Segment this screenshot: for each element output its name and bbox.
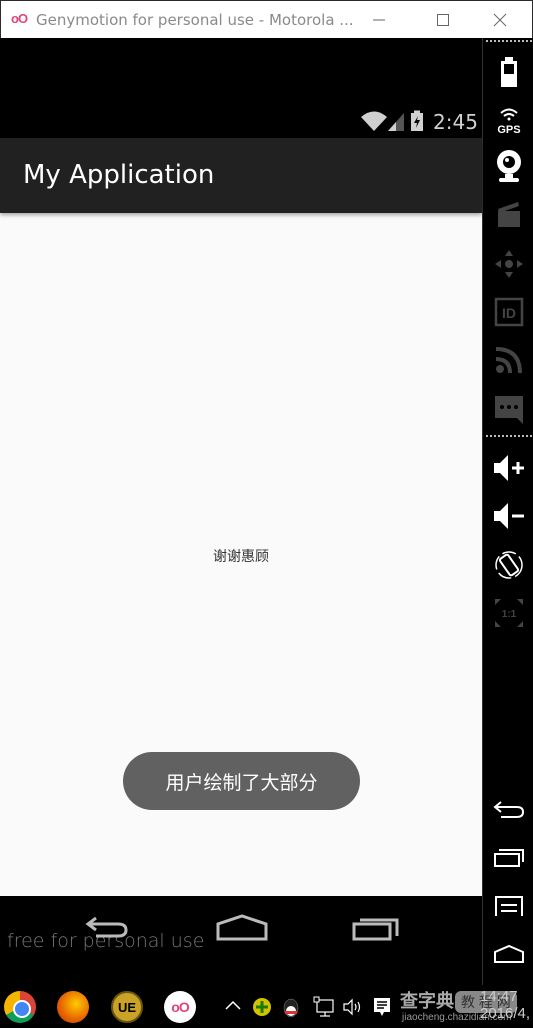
side-back-button[interactable] [487,790,531,830]
toolbar-divider [486,40,532,42]
navigation-bar: free for personal use [0,896,482,985]
rotate-screen-button[interactable] [487,545,531,585]
svg-text:ID: ID [502,305,516,321]
gps-icon: GPS [497,108,521,136]
status-bar: 2:45 [0,102,482,138]
webcam-icon [497,150,521,182]
device-id-widget-button[interactable]: ID [487,292,531,332]
clapperboard-icon [498,202,520,227]
gps-widget-button[interactable]: GPS [487,100,531,140]
wifi-icon [361,111,387,131]
taskbar-clock[interactable]: 14:47 2016/4, [480,988,530,1022]
battery-icon [501,57,517,87]
genymotion-taskbar-icon[interactable]: oO [164,991,196,1023]
center-text: 谢谢惠顾 [213,548,269,564]
side-menu-button[interactable] [487,886,531,926]
window-title: Genymotion for personal use - Motorola .… [36,11,354,29]
maximize-icon [437,14,449,26]
clock-time: 14:47 [480,988,518,1005]
back-icon [493,801,525,818]
show-hidden-icons-chevron-icon[interactable] [224,999,242,1011]
chrome-taskbar-icon[interactable] [4,991,36,1023]
home-icon [494,944,524,963]
minimize-button[interactable] [359,5,399,35]
firefox-taskbar-icon[interactable] [57,991,89,1023]
toolbar-divider [486,435,532,437]
main-content[interactable]: 谢谢惠顾 用户绘制了大部分 [0,213,482,896]
recent-apps-icon [494,849,524,867]
phone-widget-button[interactable] [487,390,531,430]
rotate-icon [495,551,523,579]
close-icon [493,13,507,27]
network-widget-button[interactable] [487,340,531,380]
recent-apps-button[interactable] [352,916,400,942]
action-center-icon[interactable] [372,996,392,1018]
pixel-perfect-button[interactable]: 1:1 [487,593,531,633]
device-screen: 2:45 My Application 谢谢惠顾 用户绘制了大部分 free f… [0,38,482,985]
screencast-widget-button[interactable] [487,194,531,234]
volume-down-button[interactable] [487,496,531,536]
side-recent-apps-button[interactable] [487,838,531,878]
home-button[interactable] [215,914,269,944]
remote-control-widget-button[interactable] [487,244,531,284]
genymotion-logo-icon: oO [11,11,28,26]
back-button[interactable] [82,914,132,944]
clock-date: 2016/4, [480,1005,531,1022]
app-bar: My Application [0,138,482,213]
network-tray-icon[interactable] [313,996,335,1018]
volume-up-icon [494,455,524,481]
app-title: My Application [23,160,215,190]
ultraedit-taskbar-icon[interactable]: UE [111,991,143,1023]
toast-message: 用户绘制了大部分 [123,752,360,810]
rss-icon [495,347,522,374]
volume-tray-icon[interactable] [342,997,364,1017]
qq-tray-icon[interactable] [282,996,300,1018]
maximize-button[interactable] [423,5,463,35]
pixel-perfect-icon: 1:1 [495,599,523,627]
volume-up-button[interactable] [487,448,531,488]
app-tray-plus-icon[interactable] [252,997,272,1017]
dpad-icon [495,250,523,278]
webcam-widget-button[interactable] [487,146,531,186]
minimize-icon [373,19,385,21]
close-button[interactable] [480,5,520,35]
svg-text:1:1: 1:1 [502,609,517,620]
battery-charging-icon [411,110,423,131]
battery-widget-button[interactable] [487,52,531,92]
genymotion-toolbar: GPS ID 1:1 [482,38,533,985]
signal-icon [388,113,404,131]
status-time: 2:45 [433,110,478,134]
volume-down-icon [494,503,524,529]
message-icon [495,396,523,424]
svg-text:GPS: GPS [497,124,520,136]
id-icon: ID [494,297,524,327]
site-watermark-text: 查字典 [400,991,454,1011]
window-titlebar: oO Genymotion for personal use - Motorol… [0,0,533,38]
windows-taskbar: UE oO 查字典 教 程 网 jiaocheng.chazidian.com … [0,985,533,1028]
side-home-button[interactable] [487,934,531,974]
menu-icon [495,896,523,916]
